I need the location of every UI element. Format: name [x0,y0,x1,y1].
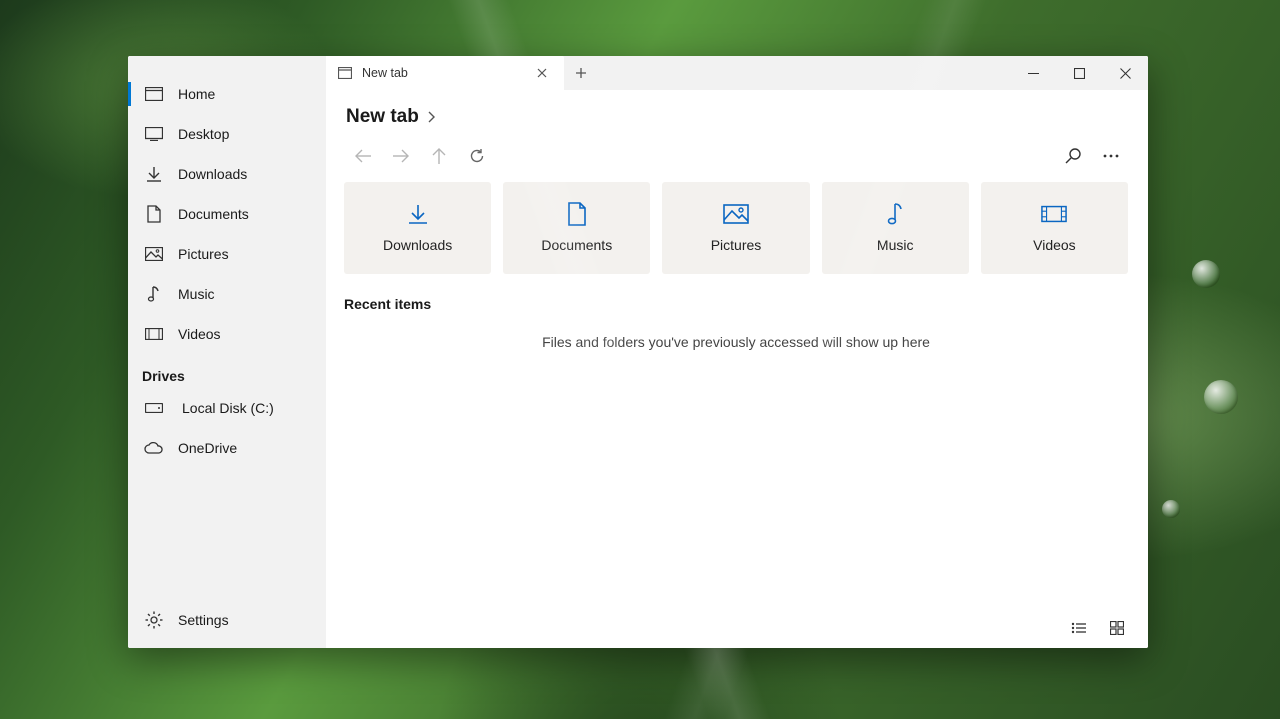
grid-view-icon [1110,621,1124,635]
sidebar-item-label: Music [178,286,215,302]
sidebar-item-documents[interactable]: Documents [128,194,326,234]
sidebar-item-label: Videos [178,326,221,342]
arrow-up-icon [432,147,446,165]
quick-access-tiles: Downloads Documents Pictures [344,182,1128,274]
search-button[interactable] [1054,137,1092,175]
page-title: New tab [346,106,419,128]
videos-icon [144,324,164,344]
maximize-button[interactable] [1056,56,1102,90]
sidebar-item-label: Home [178,86,215,102]
tab-strip: New tab [326,56,1148,90]
sidebar-item-onedrive[interactable]: OneDrive [128,428,326,468]
refresh-icon [469,148,485,164]
more-button[interactable] [1092,137,1130,175]
status-bar [326,608,1148,648]
water-drop-decoration [1162,500,1180,518]
music-icon [144,284,164,304]
view-details-button[interactable] [1062,613,1096,643]
disk-icon [144,398,164,418]
sidebar-item-pictures[interactable]: Pictures [128,234,326,274]
tab-close-button[interactable] [530,61,554,85]
window-controls [1010,56,1148,90]
search-icon [1065,148,1081,164]
plus-icon [575,67,587,79]
pictures-icon [144,244,164,264]
file-explorer-window: Home Desktop Downloads Documents [128,56,1148,648]
document-icon [564,203,590,225]
sidebar-section-drives: Drives [128,354,326,388]
up-button[interactable] [420,137,458,175]
tile-music[interactable]: Music [822,182,969,274]
tile-videos[interactable]: Videos [981,182,1128,274]
sidebar-item-settings[interactable]: Settings [128,600,326,640]
close-icon [537,68,547,78]
minimize-icon [1028,68,1039,79]
download-icon [405,203,431,225]
tab-app-icon [338,67,352,79]
maximize-icon [1074,68,1085,79]
view-tiles-button[interactable] [1100,613,1134,643]
forward-button[interactable] [382,137,420,175]
sidebar-item-desktop[interactable]: Desktop [128,114,326,154]
breadcrumb[interactable]: New tab [326,90,1148,134]
sidebar-item-label: OneDrive [178,440,237,456]
tile-label: Videos [1033,237,1076,253]
tile-label: Pictures [711,237,762,253]
sidebar-item-local-disk[interactable]: Local Disk (C:) [128,388,326,428]
tile-label: Music [877,237,914,253]
list-view-icon [1071,622,1087,634]
ellipsis-icon [1103,154,1119,158]
sidebar-item-label: Desktop [178,126,229,142]
videos-icon [1041,203,1067,225]
tile-downloads[interactable]: Downloads [344,182,491,274]
music-icon [882,203,908,225]
water-drop-decoration [1204,380,1238,414]
main-area: New tab [326,56,1148,648]
cloud-icon [144,438,164,458]
back-button[interactable] [344,137,382,175]
sidebar-item-label: Local Disk (C:) [178,400,274,416]
tile-pictures[interactable]: Pictures [662,182,809,274]
gear-icon [144,610,164,630]
desktop-wallpaper: Home Desktop Downloads Documents [0,0,1280,719]
tab-new-tab[interactable]: New tab [326,56,564,90]
toolbar [326,134,1148,178]
home-rect-icon [144,84,164,104]
sidebar-item-label: Pictures [178,246,229,262]
recent-items-heading: Recent items [344,296,1128,312]
arrow-left-icon [354,149,372,163]
sidebar-item-label: Downloads [178,166,247,182]
chevron-right-icon [427,111,435,123]
tile-documents[interactable]: Documents [503,182,650,274]
tile-label: Downloads [383,237,452,253]
content-area: Downloads Documents Pictures [326,178,1148,608]
sidebar-item-music[interactable]: Music [128,274,326,314]
sidebar: Home Desktop Downloads Documents [128,56,326,648]
desktop-icon [144,124,164,144]
arrow-right-icon [392,149,410,163]
pictures-icon [723,203,749,225]
sidebar-item-downloads[interactable]: Downloads [128,154,326,194]
new-tab-button[interactable] [564,56,598,90]
close-icon [1120,68,1131,79]
sidebar-item-videos[interactable]: Videos [128,314,326,354]
sidebar-item-label: Settings [178,612,229,628]
tab-label: New tab [362,66,408,80]
document-icon [144,204,164,224]
sidebar-item-home[interactable]: Home [128,74,326,114]
recent-items-empty-message: Files and folders you've previously acce… [344,334,1128,350]
minimize-button[interactable] [1010,56,1056,90]
close-window-button[interactable] [1102,56,1148,90]
sidebar-item-label: Documents [178,206,249,222]
refresh-button[interactable] [458,137,496,175]
tile-label: Documents [541,237,612,253]
water-drop-decoration [1192,260,1220,288]
download-icon [144,164,164,184]
